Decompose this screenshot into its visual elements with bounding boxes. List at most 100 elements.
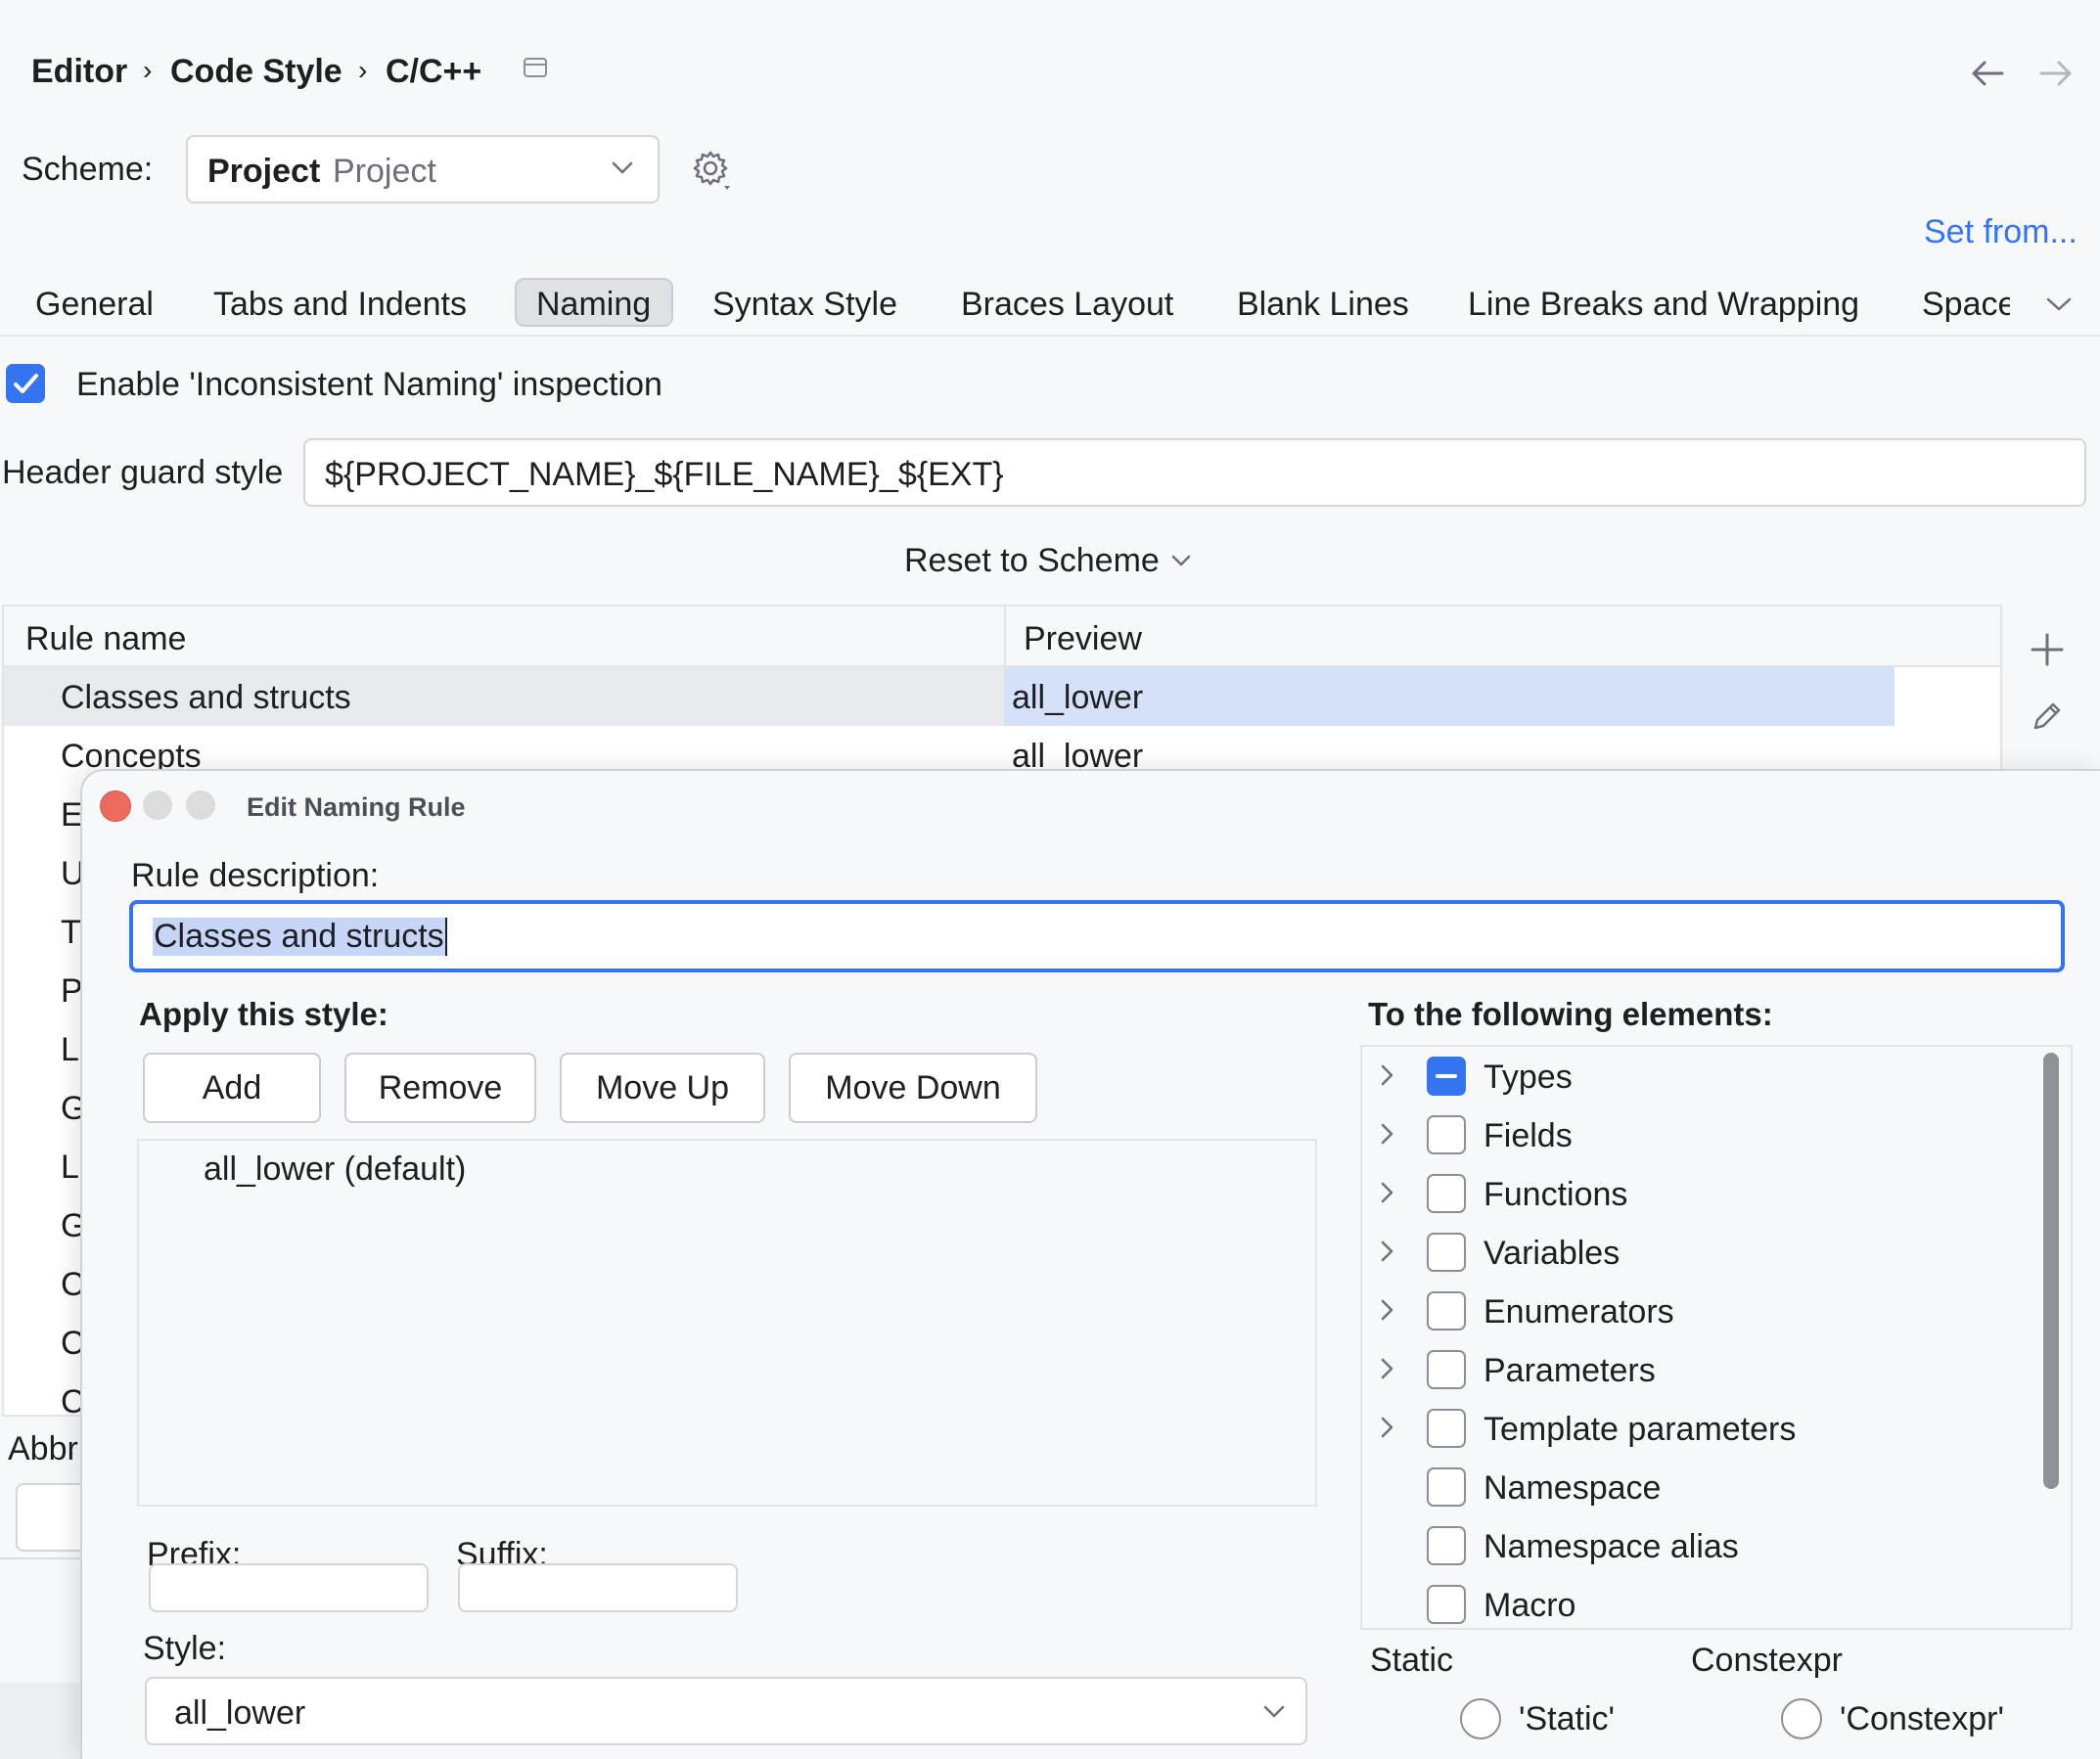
header-guard-label: Header guard style — [2, 454, 284, 491]
table-row-partial[interactable]: T — [61, 914, 81, 952]
move-up-button[interactable]: Move Up — [560, 1053, 765, 1123]
tree-item-label[interactable]: Parameters — [1484, 1352, 1656, 1390]
header-guard-input[interactable]: ${PROJECT_NAME}_${FILE_NAME}_${EXT} — [303, 438, 2086, 507]
tree-item-label[interactable]: Types — [1484, 1059, 1573, 1097]
constexpr-option-label[interactable]: 'Constexpr' — [1840, 1700, 2004, 1738]
remove-button[interactable]: Remove — [344, 1053, 536, 1123]
static-option-label[interactable]: 'Static' — [1519, 1700, 1615, 1738]
move-down-button[interactable]: Move Down — [789, 1053, 1037, 1123]
element-checkbox[interactable] — [1427, 1585, 1466, 1624]
static-label: Static — [1370, 1642, 1454, 1679]
tree-scrollbar[interactable] — [2043, 1053, 2059, 1489]
element-checkbox[interactable] — [1427, 1526, 1466, 1565]
dialog-title: Edit Naming Rule — [247, 792, 466, 822]
rule-description-label: Rule description: — [131, 857, 380, 894]
apply-style-label: Apply this style: — [139, 996, 388, 1032]
style-label: Style: — [143, 1630, 227, 1667]
window-icon[interactable] — [523, 57, 548, 80]
table-row-partial[interactable]: L — [61, 1031, 79, 1069]
styles-list[interactable]: all_lower (default) — [137, 1139, 1317, 1507]
breadcrumb-editor[interactable]: Editor — [31, 53, 127, 91]
constexpr-radio[interactable] — [1781, 1698, 1822, 1739]
element-checkbox[interactable] — [1427, 1115, 1466, 1154]
table-row-partial[interactable]: L — [61, 1149, 79, 1187]
set-from-link[interactable]: Set from... — [1924, 213, 2077, 251]
tab-naming[interactable]: Naming — [536, 286, 651, 324]
back-arrow-icon[interactable] — [1969, 57, 2006, 90]
chevron-right-icon[interactable] — [1378, 1121, 1395, 1147]
add-icon[interactable] — [2030, 632, 2065, 667]
inspection-checkbox[interactable] — [6, 364, 45, 403]
list-item[interactable]: all_lower (default) — [204, 1150, 466, 1189]
scheme-label: Scheme: — [22, 151, 154, 188]
style-dropdown[interactable]: all_lower — [145, 1677, 1307, 1745]
tree-item-label[interactable]: Macro — [1484, 1587, 1575, 1625]
header-guard-value: ${PROJECT_NAME}_${FILE_NAME}_${EXT} — [325, 456, 1004, 493]
breadcrumb-separator: › — [143, 55, 153, 85]
element-checkbox[interactable] — [1427, 1233, 1466, 1272]
prefix-input[interactable] — [149, 1563, 429, 1612]
static-radio[interactable] — [1460, 1698, 1501, 1739]
elements-label: To the following elements: — [1368, 996, 1773, 1032]
close-button[interactable] — [100, 790, 131, 822]
tab-general[interactable]: General — [35, 286, 154, 324]
inspection-label[interactable]: Enable 'Inconsistent Naming' inspection — [76, 366, 662, 404]
rule-description-value: Classes and structs — [153, 918, 447, 956]
bottom-bar — [0, 1683, 88, 1759]
scheme-dropdown[interactable]: Project Project — [186, 135, 660, 203]
tree-item-label[interactable]: Enumerators — [1484, 1293, 1674, 1331]
zoom-button[interactable] — [186, 790, 215, 820]
tab-syntax-style[interactable]: Syntax Style — [712, 286, 897, 324]
tabs-divider — [0, 335, 2100, 337]
abbreviations-label: Abbr — [8, 1430, 78, 1467]
element-checkbox[interactable] — [1427, 1350, 1466, 1389]
chevron-right-icon[interactable] — [1378, 1356, 1395, 1381]
constexpr-label: Constexpr — [1691, 1642, 1843, 1679]
tab-tabs-and-indents[interactable]: Tabs and Indents — [213, 286, 467, 324]
column-header-preview[interactable]: Preview — [1024, 620, 1142, 658]
column-divider — [1004, 607, 1006, 667]
tree-item-label[interactable]: Template parameters — [1484, 1411, 1796, 1449]
scheme-value-secondary: Project — [333, 153, 436, 190]
edit-naming-rule-dialog: Edit Naming Rule Rule description: Class… — [80, 769, 2100, 1759]
gear-icon[interactable] — [691, 149, 734, 192]
tab-blank-lines[interactable]: Blank Lines — [1237, 286, 1409, 324]
chevron-right-icon[interactable] — [1378, 1297, 1395, 1323]
chevron-down-icon — [611, 160, 634, 176]
table-cell-preview[interactable]: all_lower — [1012, 679, 1143, 717]
checkmark-icon — [14, 374, 38, 393]
breadcrumb-separator: › — [358, 55, 368, 85]
chevron-down-icon — [1170, 554, 1192, 567]
add-button[interactable]: Add — [143, 1053, 321, 1123]
tree-item-label[interactable]: Functions — [1484, 1176, 1627, 1214]
rule-description-input[interactable]: Classes and structs — [129, 900, 2065, 972]
chevron-right-icon[interactable] — [1378, 1180, 1395, 1205]
tree-item-label[interactable]: Namespace alias — [1484, 1528, 1739, 1566]
reset-to-scheme-button[interactable]: Reset to Scheme — [904, 542, 1160, 580]
tabs-overflow-chevron-icon[interactable] — [2045, 295, 2073, 313]
scheme-value: Project — [207, 153, 321, 190]
tab-spaces[interactable]: Space — [1922, 286, 2010, 324]
tree-item-label[interactable]: Namespace — [1484, 1469, 1661, 1508]
chevron-right-icon[interactable] — [1378, 1239, 1395, 1264]
breadcrumb-code-style[interactable]: Code Style — [170, 53, 342, 91]
column-header-rule-name[interactable]: Rule name — [25, 620, 186, 658]
element-checkbox[interactable] — [1427, 1057, 1466, 1096]
forward-arrow-icon[interactable] — [2037, 57, 2075, 90]
edit-pencil-icon[interactable] — [2030, 699, 2065, 734]
element-checkbox[interactable] — [1427, 1467, 1466, 1507]
breadcrumb-cpp: C/C++ — [386, 53, 482, 90]
chevron-right-icon[interactable] — [1378, 1062, 1395, 1088]
tab-line-breaks-and-wrapping[interactable]: Line Breaks and Wrapping — [1468, 286, 1859, 324]
minimize-button[interactable] — [143, 790, 172, 820]
suffix-input[interactable] — [458, 1563, 738, 1612]
element-checkbox[interactable] — [1427, 1174, 1466, 1213]
tree-item-label[interactable]: Variables — [1484, 1235, 1620, 1273]
table-row[interactable]: Classes and structs — [61, 679, 351, 717]
element-checkbox[interactable] — [1427, 1291, 1466, 1331]
chevron-right-icon[interactable] — [1378, 1415, 1395, 1440]
element-checkbox[interactable] — [1427, 1409, 1466, 1448]
tab-braces-layout[interactable]: Braces Layout — [961, 286, 1173, 324]
tree-item-label[interactable]: Fields — [1484, 1117, 1573, 1155]
table-header — [4, 607, 2000, 667]
